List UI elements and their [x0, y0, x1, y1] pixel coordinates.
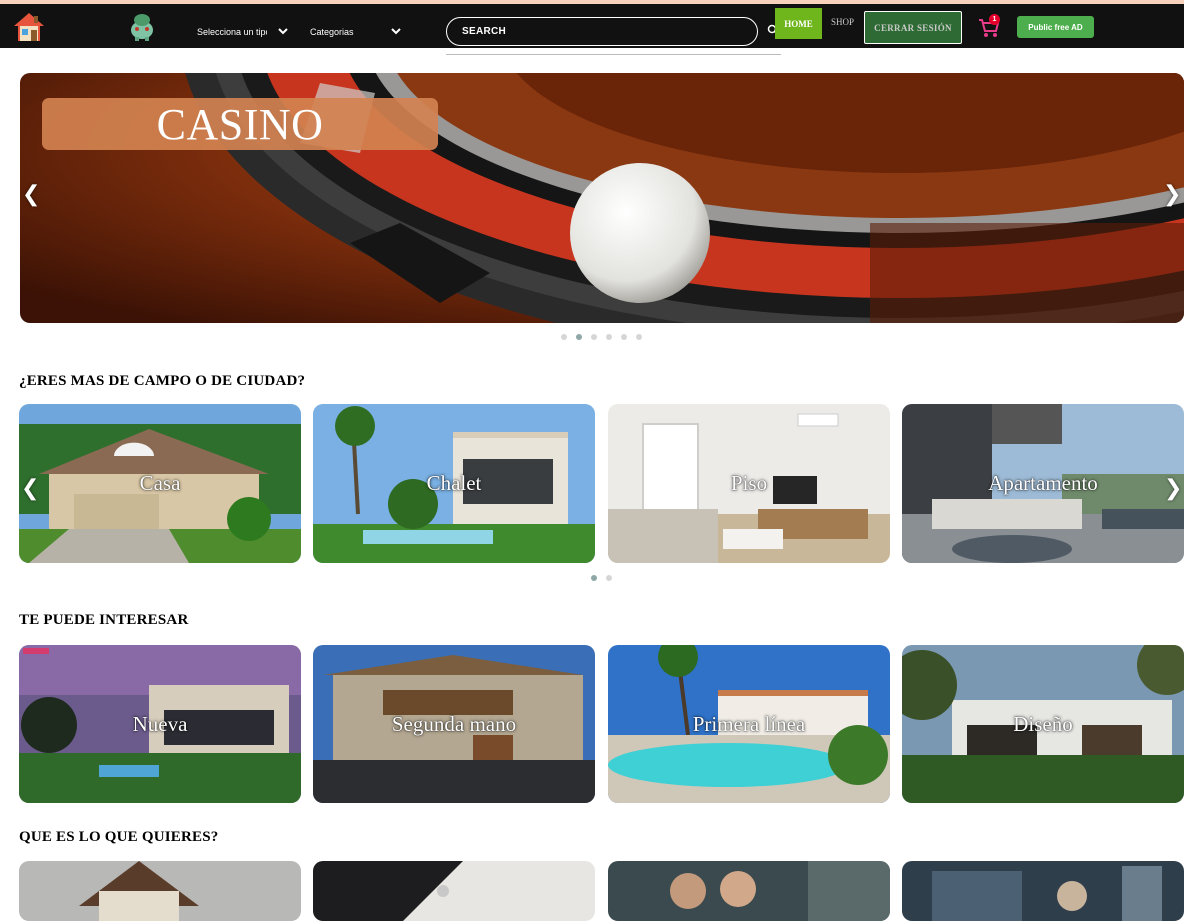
category-select-value: Categorias	[310, 27, 354, 37]
category-card-chalet[interactable]: Chalet	[313, 404, 595, 563]
home-logo-icon[interactable]	[12, 11, 46, 43]
search-input[interactable]: SEARCH	[446, 17, 758, 46]
pagination-dot[interactable]	[621, 334, 627, 340]
want-card-1[interactable]	[19, 861, 301, 921]
card-label: Apartamento	[988, 471, 1098, 495]
interest-card-primera-linea[interactable]: Primera línea	[608, 645, 890, 803]
want-card-3[interactable]	[608, 861, 890, 921]
section-title-quieres: QUE ES LO QUE QUIERES?	[19, 829, 219, 845]
interest-card-segunda-mano[interactable]: Segunda mano	[313, 645, 595, 803]
want-card-4[interactable]	[902, 861, 1184, 921]
shop-link[interactable]: SHOP	[831, 17, 854, 27]
want-card-2[interactable]	[313, 861, 595, 921]
hero-prev-arrow[interactable]: ❮	[22, 182, 40, 207]
cart-count-badge: 1	[989, 14, 1000, 25]
type-select-value: Selecciona un tipo	[197, 27, 267, 37]
card-image	[313, 861, 595, 921]
chevron-down-icon	[391, 28, 401, 35]
pagination-dot[interactable]	[561, 334, 567, 340]
section-next-arrow[interactable]: ❯	[1164, 476, 1182, 501]
chevron-down-icon	[278, 28, 288, 35]
logout-button[interactable]: CERRAR SESIÓN	[864, 11, 962, 44]
pagination-dot[interactable]	[606, 334, 612, 340]
card-image	[902, 861, 1184, 921]
section-prev-arrow[interactable]: ❮	[21, 476, 39, 501]
card-image	[608, 861, 890, 921]
category-card-casa[interactable]: Casa ❮	[19, 404, 301, 563]
pagination-dot[interactable]	[591, 334, 597, 340]
section1-pagination	[591, 575, 612, 581]
interest-card-diseno[interactable]: Diseño	[902, 645, 1184, 803]
card-label: Chalet	[426, 471, 482, 495]
home-button[interactable]: HOME	[775, 8, 822, 39]
navbar: Selecciona un tipo Categorias SEARCH HOM…	[0, 4, 1184, 48]
pagination-dot[interactable]	[636, 334, 642, 340]
card-image	[19, 861, 301, 921]
interest-card-nueva[interactable]: Nueva	[19, 645, 301, 803]
publish-ad-button[interactable]: Public free AD	[1017, 16, 1094, 38]
card-label: Segunda mano	[391, 712, 517, 736]
hero-title: CASINO	[42, 98, 438, 150]
tag-badge	[23, 648, 49, 654]
type-select[interactable]: Selecciona un tipo	[197, 22, 292, 42]
pagination-dot[interactable]	[606, 575, 612, 581]
hero-next-arrow[interactable]: ❯	[1163, 182, 1181, 207]
hero-pagination	[561, 334, 642, 340]
card-label: Primera línea	[692, 712, 806, 736]
category-select[interactable]: Categorias	[310, 22, 405, 42]
hero-carousel[interactable]: CASINO ❮ ❯	[20, 73, 1184, 323]
pagination-dot-active[interactable]	[591, 575, 597, 581]
search-placeholder: SEARCH	[462, 26, 507, 37]
card-label: Piso	[730, 471, 768, 495]
category-card-apartamento[interactable]: Apartamento ❯	[902, 404, 1184, 563]
pagination-dot-active[interactable]	[576, 334, 582, 340]
card-label: Casa	[139, 471, 181, 495]
section-title-interesar: TE PUEDE INTERESAR	[19, 612, 189, 628]
card-label: Nueva	[132, 712, 188, 736]
mascot-logo-icon	[131, 14, 153, 41]
card-label: Diseño	[1013, 712, 1073, 736]
category-card-piso[interactable]: Piso	[608, 404, 890, 563]
section-title-campo-ciudad: ¿ERES MAS DE CAMPO O DE CIUDAD?	[19, 373, 306, 389]
divider	[446, 54, 781, 55]
